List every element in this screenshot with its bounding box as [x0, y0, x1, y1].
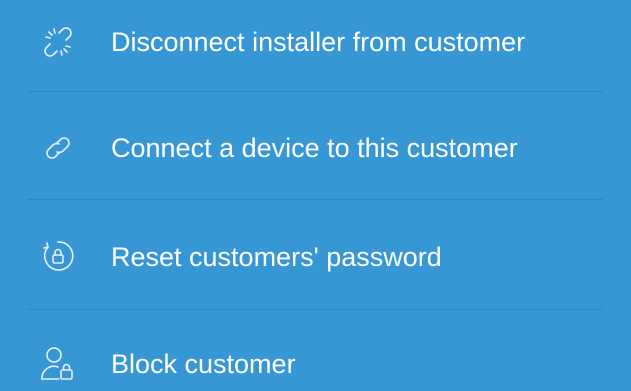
divider	[28, 309, 603, 310]
customer-actions-menu: Disconnect installer from customer Conne…	[0, 0, 631, 391]
block-customer-label: Block customer	[111, 349, 296, 379]
connect-device-label: Connect a device to this customer	[111, 133, 518, 163]
disconnect-installer-item[interactable]: Disconnect installer from customer	[0, 22, 631, 62]
divider	[28, 91, 603, 92]
reset-password-item[interactable]: Reset customers' password	[0, 237, 631, 277]
link-icon	[40, 130, 76, 166]
connect-device-item[interactable]: Connect a device to this customer	[0, 128, 631, 168]
reset-password-label: Reset customers' password	[111, 242, 442, 272]
lock-reset-icon	[40, 238, 76, 274]
block-customer-item[interactable]: Block customer	[0, 342, 631, 386]
user-lock-icon	[40, 345, 76, 381]
disconnect-installer-label: Disconnect installer from customer	[111, 27, 526, 57]
divider	[28, 199, 603, 200]
broken-link-icon	[40, 24, 76, 60]
